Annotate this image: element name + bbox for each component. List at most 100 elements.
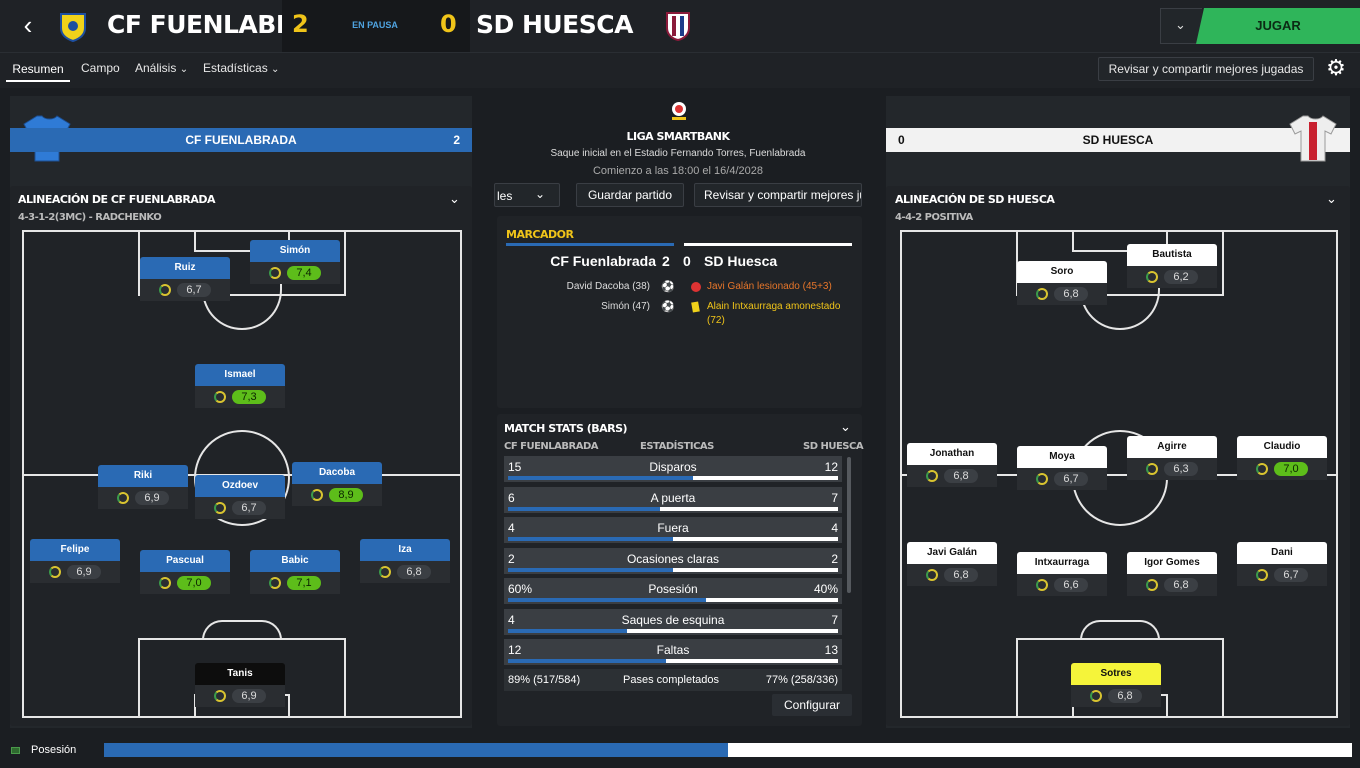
stat-label: Saques de esquina xyxy=(621,612,725,627)
player-rating-row: 6,8 xyxy=(907,465,997,487)
player-name: Ozdoev xyxy=(195,475,285,497)
player-card[interactable]: Felipe 6,9 xyxy=(30,539,120,583)
tab-estadisticas-label: Estadísticas xyxy=(203,61,268,75)
player-rating: 6,7 xyxy=(232,501,266,515)
review-share-button[interactable]: Revisar y compartir mejores ju xyxy=(694,183,862,207)
tab-campo[interactable]: Campo xyxy=(81,61,120,75)
player-card[interactable]: Intxaurraga 6,6 xyxy=(1017,552,1107,596)
player-card[interactable]: Moya 6,7 xyxy=(1017,446,1107,490)
stats-title: MATCH STATS (BARS) xyxy=(504,422,628,435)
home-banner-score: 2 xyxy=(453,133,460,147)
stat-bar-away xyxy=(666,659,838,663)
player-rating: 6,8 xyxy=(1164,578,1198,592)
configure-button[interactable]: Configurar xyxy=(772,694,852,716)
passes-home: 89% (517/584) xyxy=(508,674,581,686)
player-card[interactable]: Sotres 6,8 xyxy=(1071,663,1161,707)
player-card[interactable]: Dani 6,7 xyxy=(1237,542,1327,586)
player-rating: 6,8 xyxy=(944,469,978,483)
stat-away-value: 4 xyxy=(831,521,838,535)
away-lineup-title: ALINEACIÓN DE SD HUESCA xyxy=(895,193,1055,206)
player-card[interactable]: Ismael 7,3 xyxy=(195,364,285,408)
away-banner: 0 SD HUESCA xyxy=(886,128,1350,152)
player-card[interactable]: Jonathan 6,8 xyxy=(907,443,997,487)
match-options-dropdown[interactable]: ⌄ xyxy=(1160,8,1202,44)
stat-away-value: 7 xyxy=(831,612,838,627)
player-name: Pascual xyxy=(140,550,230,572)
player-card[interactable]: Simón 7,4 xyxy=(250,240,340,284)
review-highlights-button[interactable]: Revisar y compartir mejores jugadas xyxy=(1098,57,1314,81)
player-card[interactable]: Ruiz 6,7 xyxy=(140,257,230,301)
player-card[interactable]: Igor Gomes 6,8 xyxy=(1127,552,1217,596)
player-rating: 7,1 xyxy=(287,576,321,590)
player-card[interactable]: Dacoba 8,9 xyxy=(292,462,382,506)
player-rating-row: 7,3 xyxy=(195,386,285,408)
player-rating: 6,9 xyxy=(67,565,101,579)
player-rating-row: 6,9 xyxy=(30,561,120,583)
player-card[interactable]: Soro 6,8 xyxy=(1017,261,1107,305)
player-name: Moya xyxy=(1017,446,1107,468)
view-dropdown[interactable]: les ⌄ xyxy=(494,183,560,207)
stats-scrollbar[interactable] xyxy=(847,457,851,593)
rating-ring-icon xyxy=(926,470,938,482)
chevron-down-icon[interactable]: ⌄ xyxy=(1326,191,1337,207)
stat-label: Ocasiones claras xyxy=(626,551,720,566)
save-match-button[interactable]: Guardar partido xyxy=(576,183,684,207)
home-lineup-title: ALINEACIÓN DE CF FUENLABRADA xyxy=(18,193,216,206)
player-name: Igor Gomes xyxy=(1127,552,1217,574)
card-event: Alain Intxaurraga amonestado xyxy=(707,301,841,312)
player-name: Felipe xyxy=(30,539,120,561)
footer-possession-label: Posesión xyxy=(31,744,77,756)
player-rating: 6,9 xyxy=(135,491,169,505)
rating-ring-icon xyxy=(1256,463,1268,475)
rating-ring-icon xyxy=(214,690,226,702)
home-banner-name: CF FUENLABRADA xyxy=(185,133,297,147)
kickoff-text: Saque inicial en el Estadio Fernando Tor… xyxy=(550,148,806,159)
player-name: Ruiz xyxy=(140,257,230,279)
tab-resumen[interactable]: Resumen xyxy=(6,56,70,82)
player-name: Ismael xyxy=(195,364,285,386)
rating-ring-icon xyxy=(214,502,226,514)
player-card[interactable]: Claudio 7,0 xyxy=(1237,436,1327,480)
player-card[interactable]: Pascual 7,0 xyxy=(140,550,230,594)
back-arrow-icon[interactable]: ‹ xyxy=(14,12,42,40)
stat-row: 6A puerta 7 xyxy=(504,486,842,513)
stat-away-value: 40% xyxy=(813,582,838,596)
stat-bar-away xyxy=(673,537,838,541)
player-rating-row: 6,8 xyxy=(1071,685,1161,707)
player-rating: 7,0 xyxy=(177,576,211,590)
card-event-minute: (72) xyxy=(707,315,725,326)
player-card[interactable]: Iza 6,8 xyxy=(360,539,450,583)
player-card[interactable]: Tanis 6,9 xyxy=(195,663,285,707)
tab-estadisticas[interactable]: Estadísticas ⌄ xyxy=(203,61,279,75)
player-card[interactable]: Agirre 6,3 xyxy=(1127,436,1217,480)
play-button[interactable]: JUGAR xyxy=(1196,8,1360,44)
stat-bar-away xyxy=(692,476,838,480)
tab-analisis[interactable]: Análisis ⌄ xyxy=(135,61,188,75)
stat-bar-home xyxy=(508,537,673,541)
player-rating: 6,6 xyxy=(1054,578,1088,592)
player-card[interactable]: Bautista 6,2 xyxy=(1127,244,1217,288)
chevron-down-icon: ⌄ xyxy=(179,64,189,75)
player-card[interactable]: Riki 6,9 xyxy=(98,465,188,509)
chevron-down-icon[interactable]: ⌄ xyxy=(449,191,460,207)
chevron-down-icon: ⌄ xyxy=(271,64,280,75)
away-crest-icon xyxy=(666,12,690,42)
player-rating-row: 6,7 xyxy=(1017,468,1107,490)
start-time: Comienzo a las 18:00 el 16/4/2028 xyxy=(592,165,763,177)
player-card[interactable]: Babic 7,1 xyxy=(250,550,340,594)
view-dropdown-label: les xyxy=(497,189,513,203)
player-rating: 7,3 xyxy=(232,390,266,404)
home-score: 2 xyxy=(292,10,309,38)
stat-away-value: 12 xyxy=(824,460,838,474)
player-name: Soro xyxy=(1017,261,1107,283)
player-name: Javi Galán xyxy=(907,542,997,564)
player-rating-row: 6,8 xyxy=(1127,574,1217,596)
player-rating-row: 7,0 xyxy=(1237,458,1327,480)
player-card[interactable]: Javi Galán 6,8 xyxy=(907,542,997,586)
player-card[interactable]: Ozdoev 6,7 xyxy=(195,475,285,519)
chevron-down-icon[interactable]: ⌄ xyxy=(840,419,851,435)
player-rating: 6,8 xyxy=(1054,287,1088,301)
gear-icon[interactable]: ⚙ xyxy=(1322,55,1350,83)
tab-analisis-label: Análisis xyxy=(135,61,177,75)
league-name: LIGA SMARTBANK xyxy=(626,130,730,143)
